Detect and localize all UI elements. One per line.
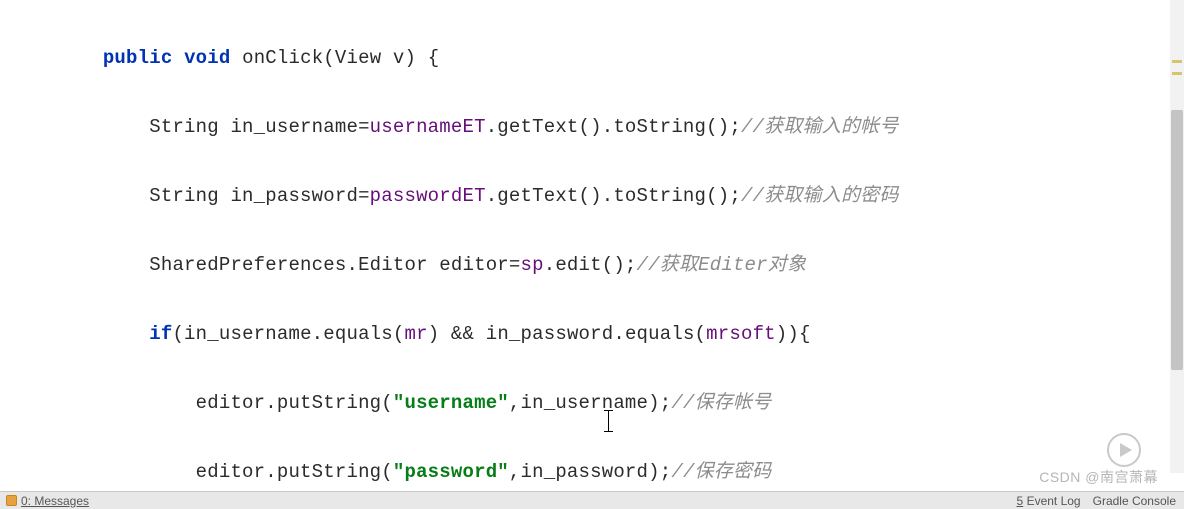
- status-bar: 0: Messages 5 Event Log Gradle Console: [0, 491, 1184, 509]
- vertical-scrollbar[interactable]: [1170, 0, 1184, 473]
- watermark-text: CSDN @南宫萧幕: [1039, 467, 1158, 487]
- gradle-console-button[interactable]: Gradle Console: [1093, 494, 1176, 508]
- messages-button[interactable]: 0: Messages: [21, 494, 89, 508]
- messages-icon: [6, 495, 17, 506]
- code-editor[interactable]: public void onClick(View v) { String in_…: [0, 0, 1184, 491]
- text-caret: [608, 410, 609, 432]
- code-block: public void onClick(View v) { String in_…: [0, 6, 1184, 491]
- event-log-button[interactable]: 5 Event Log: [1017, 494, 1081, 508]
